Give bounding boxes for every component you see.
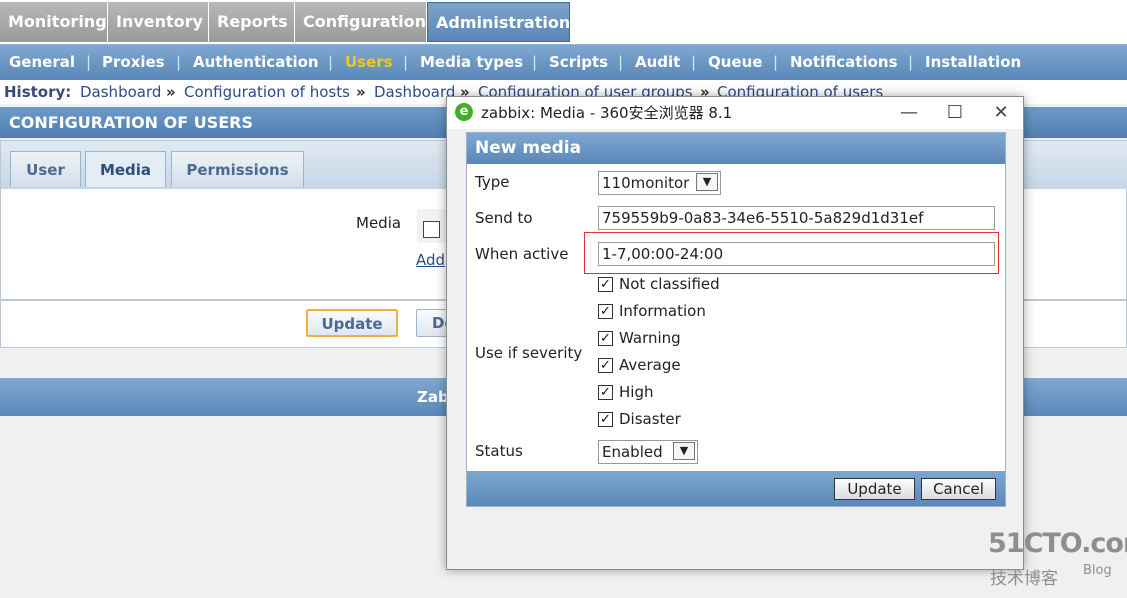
form-tab-media[interactable]: Media xyxy=(85,151,166,187)
send-to-label: Send to xyxy=(475,209,533,227)
watermark: 51CTO.com 技术博客 Blog xyxy=(988,528,1127,589)
subnav-media-types[interactable]: Media types xyxy=(420,45,523,80)
checkbox-checked-icon[interactable]: ✓ xyxy=(598,358,613,373)
subnav-queue[interactable]: Queue xyxy=(708,45,762,80)
subnav-separator: | xyxy=(86,53,92,71)
watermark-subtitle: 技术博客 xyxy=(990,569,1058,589)
sub-navigation: General | Proxies | Authentication | Use… xyxy=(0,44,1127,80)
checkbox-checked-icon[interactable]: ✓ xyxy=(598,412,613,427)
subnav-separator: | xyxy=(691,53,697,71)
type-select[interactable]: 110monitor ▼ xyxy=(598,171,721,195)
add-media-link[interactable]: Add xyxy=(416,251,445,269)
status-select-value: Enabled xyxy=(602,443,663,461)
subnav-separator: | xyxy=(328,53,334,71)
history-link-dashboard[interactable]: Dashboard xyxy=(80,80,161,104)
checkbox-checked-icon[interactable]: ✓ xyxy=(598,304,613,319)
when-active-label: When active xyxy=(475,245,569,263)
form-tab-user[interactable]: User xyxy=(10,151,81,187)
form-tab-permissions[interactable]: Permissions xyxy=(171,151,304,187)
update-user-button[interactable]: Update xyxy=(306,309,398,337)
subnav-separator: | xyxy=(403,53,409,71)
media-select-all-checkbox[interactable] xyxy=(423,221,440,238)
popup-titlebar[interactable]: e zabbix: Media - 360安全浏览器 8.1 — ☐ ✕ xyxy=(447,97,1023,129)
dialog-footer: Update Cancel xyxy=(467,471,1005,506)
severity-label-text: Not classified xyxy=(619,275,720,293)
history-link-dashboard-2[interactable]: Dashboard xyxy=(374,80,455,104)
send-to-input[interactable]: 759559b9-0a83-34e6-5510-5a829d1d31ef xyxy=(598,206,995,230)
send-to-value: 759559b9-0a83-34e6-5510-5a829d1d31ef xyxy=(602,209,924,227)
history-separator: » xyxy=(166,83,176,101)
subnav-notifications[interactable]: Notifications xyxy=(790,45,898,80)
subnav-authentication[interactable]: Authentication xyxy=(193,45,319,80)
footer-text: Zab xyxy=(417,388,449,406)
subnav-users[interactable]: Users xyxy=(345,45,393,80)
media-popup-window: e zabbix: Media - 360安全浏览器 8.1 — ☐ ✕ New… xyxy=(446,96,1024,570)
tab-monitoring[interactable]: Monitoring xyxy=(0,2,108,42)
tab-administration[interactable]: Administration xyxy=(427,2,570,42)
when-active-input[interactable]: 1-7,00:00-24:00 xyxy=(598,242,995,266)
subnav-audit[interactable]: Audit xyxy=(635,45,680,80)
subnav-separator: | xyxy=(618,53,624,71)
checkbox-checked-icon[interactable]: ✓ xyxy=(598,385,613,400)
subnav-separator: | xyxy=(176,53,182,71)
checkbox-checked-icon[interactable]: ✓ xyxy=(598,277,613,292)
dialog-update-button[interactable]: Update xyxy=(834,478,915,500)
type-label: Type xyxy=(475,173,510,191)
history-label: History: xyxy=(4,83,72,101)
main-navigation: Monitoring Inventory Reports Configurati… xyxy=(0,0,1127,44)
dialog-cancel-button[interactable]: Cancel xyxy=(921,478,996,500)
when-active-value: 1-7,00:00-24:00 xyxy=(602,245,724,263)
subnav-installation[interactable]: Installation xyxy=(925,45,1021,80)
history-separator: » xyxy=(356,83,366,101)
subnav-scripts[interactable]: Scripts xyxy=(549,45,608,80)
checkbox-checked-icon[interactable]: ✓ xyxy=(598,331,613,346)
tab-reports[interactable]: Reports xyxy=(209,2,295,42)
popup-window-title: zabbix: Media - 360安全浏览器 8.1 xyxy=(481,104,733,122)
severity-label: Use if severity xyxy=(475,344,583,362)
chevron-down-icon: ▼ xyxy=(696,173,718,191)
subnav-separator: | xyxy=(908,53,914,71)
tab-inventory[interactable]: Inventory xyxy=(108,2,209,42)
dialog-title: New media xyxy=(467,133,1005,164)
severity-label-text: High xyxy=(619,383,654,401)
severity-label-text: Disaster xyxy=(619,410,681,428)
maximize-icon[interactable]: ☐ xyxy=(935,97,975,129)
status-select[interactable]: Enabled ▼ xyxy=(598,440,698,464)
subnav-separator: | xyxy=(532,53,538,71)
severity-label-text: Average xyxy=(619,356,681,374)
new-media-dialog: New media Type 110monitor ▼ Send to 7595… xyxy=(466,132,1006,507)
close-icon[interactable]: ✕ xyxy=(981,97,1021,129)
watermark-logo-text: 51CTO.com xyxy=(988,528,1127,559)
history-link-hosts[interactable]: Configuration of hosts xyxy=(184,80,350,104)
subnav-general[interactable]: General xyxy=(9,45,75,80)
media-label: Media xyxy=(356,214,402,232)
type-select-value: 110monitor xyxy=(602,174,690,192)
browser-logo-icon: e xyxy=(455,103,473,121)
severity-label-text: Warning xyxy=(619,329,681,347)
tab-configuration[interactable]: Configuration xyxy=(295,2,427,42)
status-label: Status xyxy=(475,442,523,460)
minimize-icon[interactable]: — xyxy=(889,97,929,129)
subnav-separator: | xyxy=(773,53,779,71)
watermark-blog: Blog xyxy=(1083,563,1112,578)
severity-label-text: Information xyxy=(619,302,706,320)
subnav-proxies[interactable]: Proxies xyxy=(102,45,165,80)
chevron-down-icon: ▼ xyxy=(673,442,695,460)
